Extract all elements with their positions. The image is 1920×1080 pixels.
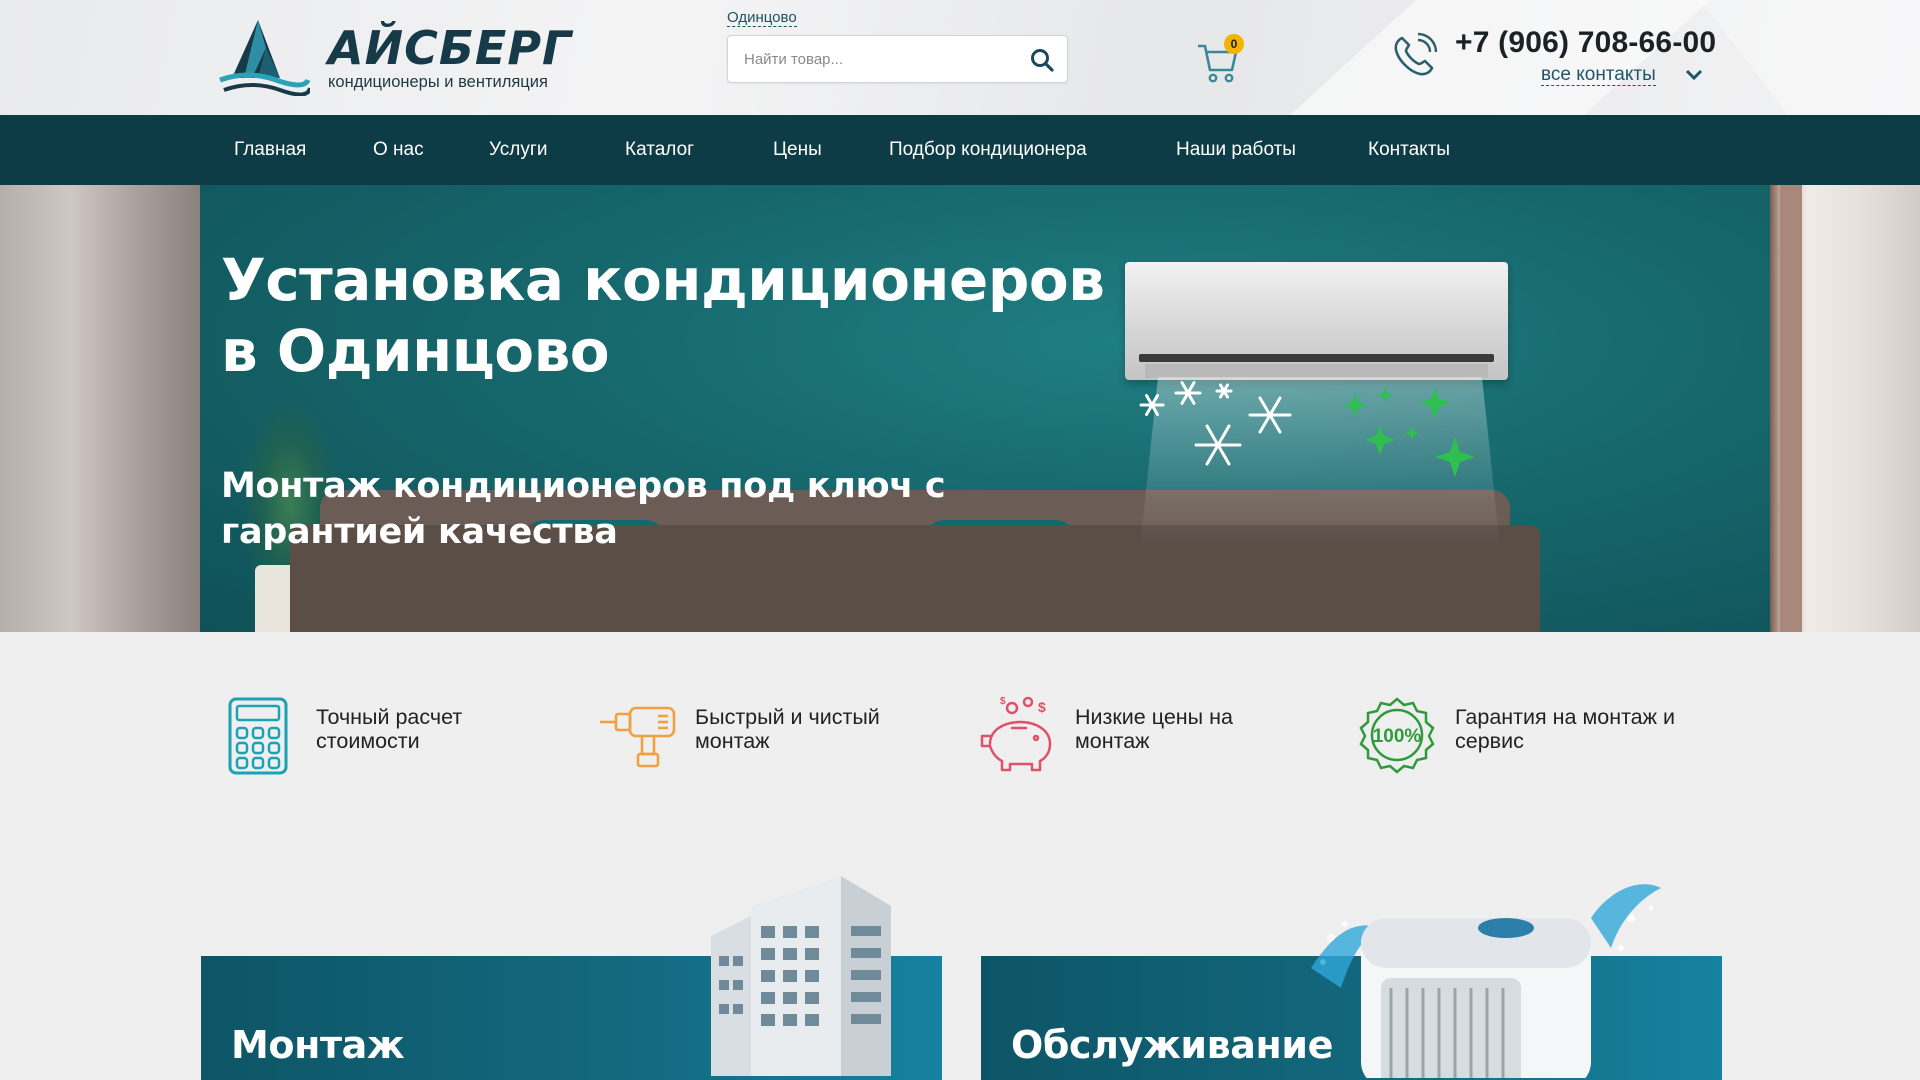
hero-title-line: в Одинцово: [221, 317, 610, 385]
feature-text: Низкие цены на монтаж: [1075, 705, 1305, 753]
hero-title: Установка кондиционеров в Одинцово: [221, 245, 1121, 387]
search-box: [727, 35, 1068, 83]
card-title: Монтаж: [231, 1023, 405, 1067]
feature-low-prices: $ $ Низкие цены на монтаж: [978, 690, 1318, 780]
service-card-installation[interactable]: Монтаж кондиционеров: [201, 876, 942, 1080]
hero-subtitle: Монтаж кондиционеров под ключ с гарантие…: [221, 463, 1021, 555]
feature-line: сервис: [1455, 729, 1524, 753]
svg-text:$: $: [1000, 696, 1006, 707]
search-input[interactable]: [744, 36, 1014, 82]
hero-subtitle-line: Монтаж кондиционеров под ключ с: [221, 466, 946, 506]
nav-item-contacts[interactable]: Контакты: [1368, 115, 1450, 185]
hero-title-line: Установка кондиционеров: [221, 246, 1105, 314]
piggy-bank-icon: $ $: [980, 696, 1052, 772]
hero-curtain-left: [0, 185, 200, 632]
nav-item-about[interactable]: О нас: [373, 115, 424, 185]
service-card-maintenance[interactable]: Обслуживание кондиционеров: [981, 884, 1722, 1080]
page: { "header": { "logo_name": "АЙСБЕРГ", "l…: [0, 0, 1920, 1080]
nav-item-prices[interactable]: Цены: [773, 115, 822, 185]
nav-item-ac-selection[interactable]: Подбор кондиционера: [889, 115, 1087, 185]
portable-air-cooler-image: [1311, 884, 1661, 1078]
card-title: Обслуживание: [1011, 1023, 1333, 1067]
logo-name: АЙСБЕРГ: [328, 21, 573, 75]
calculator-icon: [228, 697, 288, 775]
feature-text: Гарантия на монтаж и сервис: [1455, 705, 1715, 753]
phone-icon: [1394, 32, 1438, 76]
building-image: [711, 876, 891, 1076]
phone-number[interactable]: +7 (906) 708-66-00: [1455, 26, 1716, 60]
feature-line: Точный расчет: [316, 705, 463, 729]
site-logo[interactable]: АЙСБЕРГ кондиционеры и вентиляция: [218, 18, 598, 98]
svg-text:100%: 100%: [1373, 726, 1422, 747]
card-title-line2: кондиционеров: [231, 1068, 577, 1080]
feature-line: стоимости: [316, 729, 420, 753]
nav-item-home[interactable]: Главная: [234, 115, 306, 185]
feature-guarantee: 100% Гарантия на монтаж и сервис: [1358, 690, 1718, 780]
feature-line: Гарантия на монтаж и: [1455, 705, 1675, 729]
hero-window-frame: [1780, 185, 1802, 632]
site-header: АЙСБЕРГ кондиционеры и вентиляция Одинцо…: [0, 0, 1920, 115]
cart-count-badge: 0: [1224, 34, 1244, 54]
svg-text:$: $: [1038, 699, 1046, 715]
feature-line: Быстрый и чистый: [695, 705, 880, 729]
feature-text: Точный расчет стоимости: [316, 705, 546, 753]
cart-button[interactable]: 0: [1196, 32, 1246, 84]
main-navigation: Главная О нас Услуги Каталог Цены Подбор…: [0, 115, 1920, 185]
nav-item-catalog[interactable]: Каталог: [625, 115, 694, 185]
feature-accurate-pricing: Точный расчет стоимости: [227, 690, 557, 780]
iceberg-logo-icon: [219, 20, 310, 96]
guarantee-badge-icon: 100%: [1359, 697, 1435, 774]
feature-line: монтаж: [695, 729, 770, 753]
nav-item-services[interactable]: Услуги: [489, 115, 547, 185]
nav-item-our-works[interactable]: Наши работы: [1176, 115, 1296, 185]
hero-subtitle-line: гарантией качества: [221, 512, 618, 552]
header-background-shape: [1700, 0, 1920, 115]
all-contacts-link[interactable]: все контакты: [1541, 64, 1656, 86]
logo-tagline: кондиционеры и вентиляция: [328, 73, 548, 91]
hero-banner: Установка кондиционеров в Одинцово Монта…: [0, 185, 1920, 632]
feature-line: монтаж: [1075, 729, 1150, 753]
feature-line: Низкие цены на: [1075, 705, 1233, 729]
feature-fast-installation: Быстрый и чистый монтаж: [598, 690, 938, 780]
air-conditioner-image: [1125, 262, 1508, 380]
search-icon[interactable]: [1029, 47, 1055, 73]
city-selector[interactable]: Одинцово: [727, 9, 797, 27]
snowflakes-icon: [1139, 381, 1475, 477]
card-title-line2: кондиционеров: [1011, 1068, 1357, 1080]
chevron-down-icon[interactable]: [1685, 68, 1703, 82]
drill-icon: [600, 706, 676, 768]
ac-vent: [1139, 354, 1494, 362]
feature-text: Быстрый и чистый монтаж: [695, 705, 925, 753]
